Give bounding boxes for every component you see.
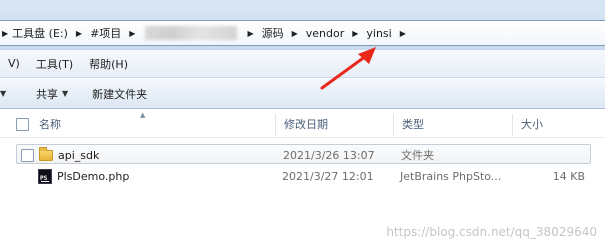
breadcrumb-label: 源码 — [261, 27, 284, 40]
breadcrumb-chevron-icon[interactable]: ▶ — [288, 29, 302, 38]
redacted-breadcrumb — [145, 26, 238, 40]
command-toolbar: ▼ 共享 ▼ 新建文件夹 — [0, 79, 605, 109]
folder-icon — [39, 145, 53, 165]
file-row-php[interactable]: PS PlsDemo.php 2021/3/27 12:01 JetBrains… — [16, 166, 591, 186]
column-divider[interactable] — [512, 114, 513, 136]
column-header-size-label: 大小 — [521, 118, 543, 131]
file-name[interactable]: PlsDemo.php — [57, 166, 129, 186]
breadcrumb-project[interactable]: #项目 ▶ — [86, 21, 139, 45]
share-label: 共享 — [36, 87, 58, 101]
column-divider[interactable] — [275, 114, 276, 136]
breadcrumb-label: 工具盘 (E:) — [12, 27, 68, 40]
select-all-checkbox[interactable] — [16, 117, 29, 131]
address-bar[interactable]: ▶ 工具盘 (E:) ▶ #项目 ▶ ▶ 源码 ▶ vendor ▶ yinsi… — [0, 20, 605, 46]
breadcrumb-label: vendor — [305, 26, 345, 40]
menu-bar: V) 工具(T) 帮助(H) — [0, 50, 605, 78]
column-header-name[interactable]: 名称 — [10, 110, 280, 138]
menu-item-tools[interactable]: 工具(T) — [28, 56, 81, 72]
column-header-type[interactable]: 类型 — [396, 110, 510, 138]
breadcrumb-label: #项目 — [90, 27, 122, 40]
breadcrumb-vendor[interactable]: vendor ▶ — [302, 21, 363, 45]
phpstorm-file-icon: PS — [38, 166, 52, 186]
new-folder-label: 新建文件夹 — [92, 87, 148, 101]
column-header-type-label: 类型 — [402, 118, 424, 131]
breadcrumb-lead-arrow-icon[interactable]: ▶ — [0, 29, 8, 38]
menu-item-help[interactable]: 帮助(H) — [81, 56, 136, 72]
column-header-modified-label: 修改日期 — [284, 118, 328, 131]
breadcrumb-yinsi[interactable]: yinsi ▶ — [362, 21, 409, 45]
row-checkbox[interactable] — [21, 145, 34, 165]
new-folder-button[interactable]: 新建文件夹 — [84, 83, 155, 105]
chevron-down-icon: ▼ — [62, 89, 69, 98]
column-header-size[interactable]: 大小 — [515, 110, 595, 138]
file-type: 文件夹 — [401, 149, 434, 162]
breadcrumb-source[interactable]: 源码 ▶ — [258, 21, 302, 45]
file-modified: 2021/3/27 12:01 — [282, 169, 374, 183]
breadcrumb-chevron-icon[interactable]: ▶ — [243, 29, 257, 38]
breadcrumb-label: yinsi — [366, 26, 392, 40]
breadcrumb-chevron-icon[interactable]: ▶ — [72, 29, 86, 38]
breadcrumb-drive[interactable]: 工具盘 (E:) ▶ — [8, 21, 86, 45]
breadcrumb-chevron-icon[interactable]: ▶ — [396, 29, 410, 38]
breadcrumb-chevron-icon[interactable]: ▶ — [125, 29, 139, 38]
column-headers: ▲ 名称 修改日期 类型 大小 — [0, 110, 605, 138]
share-button[interactable]: 共享 ▼ — [28, 83, 76, 105]
file-modified: 2021/3/26 13:07 — [283, 148, 375, 162]
address-bar-area: ▶ 工具盘 (E:) ▶ #项目 ▶ ▶ 源码 ▶ vendor ▶ yinsi… — [0, 0, 605, 50]
column-divider[interactable] — [393, 114, 394, 136]
toolbar-organize-caret-icon[interactable]: ▼ — [0, 83, 28, 105]
file-size: 14 KB — [552, 169, 585, 183]
breadcrumb-chevron-icon[interactable]: ▶ — [348, 29, 362, 38]
watermark: https://blog.csdn.net/qq_38029640 — [386, 225, 597, 239]
file-type: JetBrains PhpSto... — [400, 169, 502, 183]
file-row-folder[interactable]: api_sdk 2021/3/26 13:07 文件夹 — [16, 144, 591, 164]
column-header-name-label: 名称 — [39, 118, 61, 131]
menu-item-view[interactable]: V) — [0, 57, 28, 70]
file-name[interactable]: api_sdk — [58, 145, 99, 165]
column-header-modified[interactable]: 修改日期 — [278, 110, 392, 138]
